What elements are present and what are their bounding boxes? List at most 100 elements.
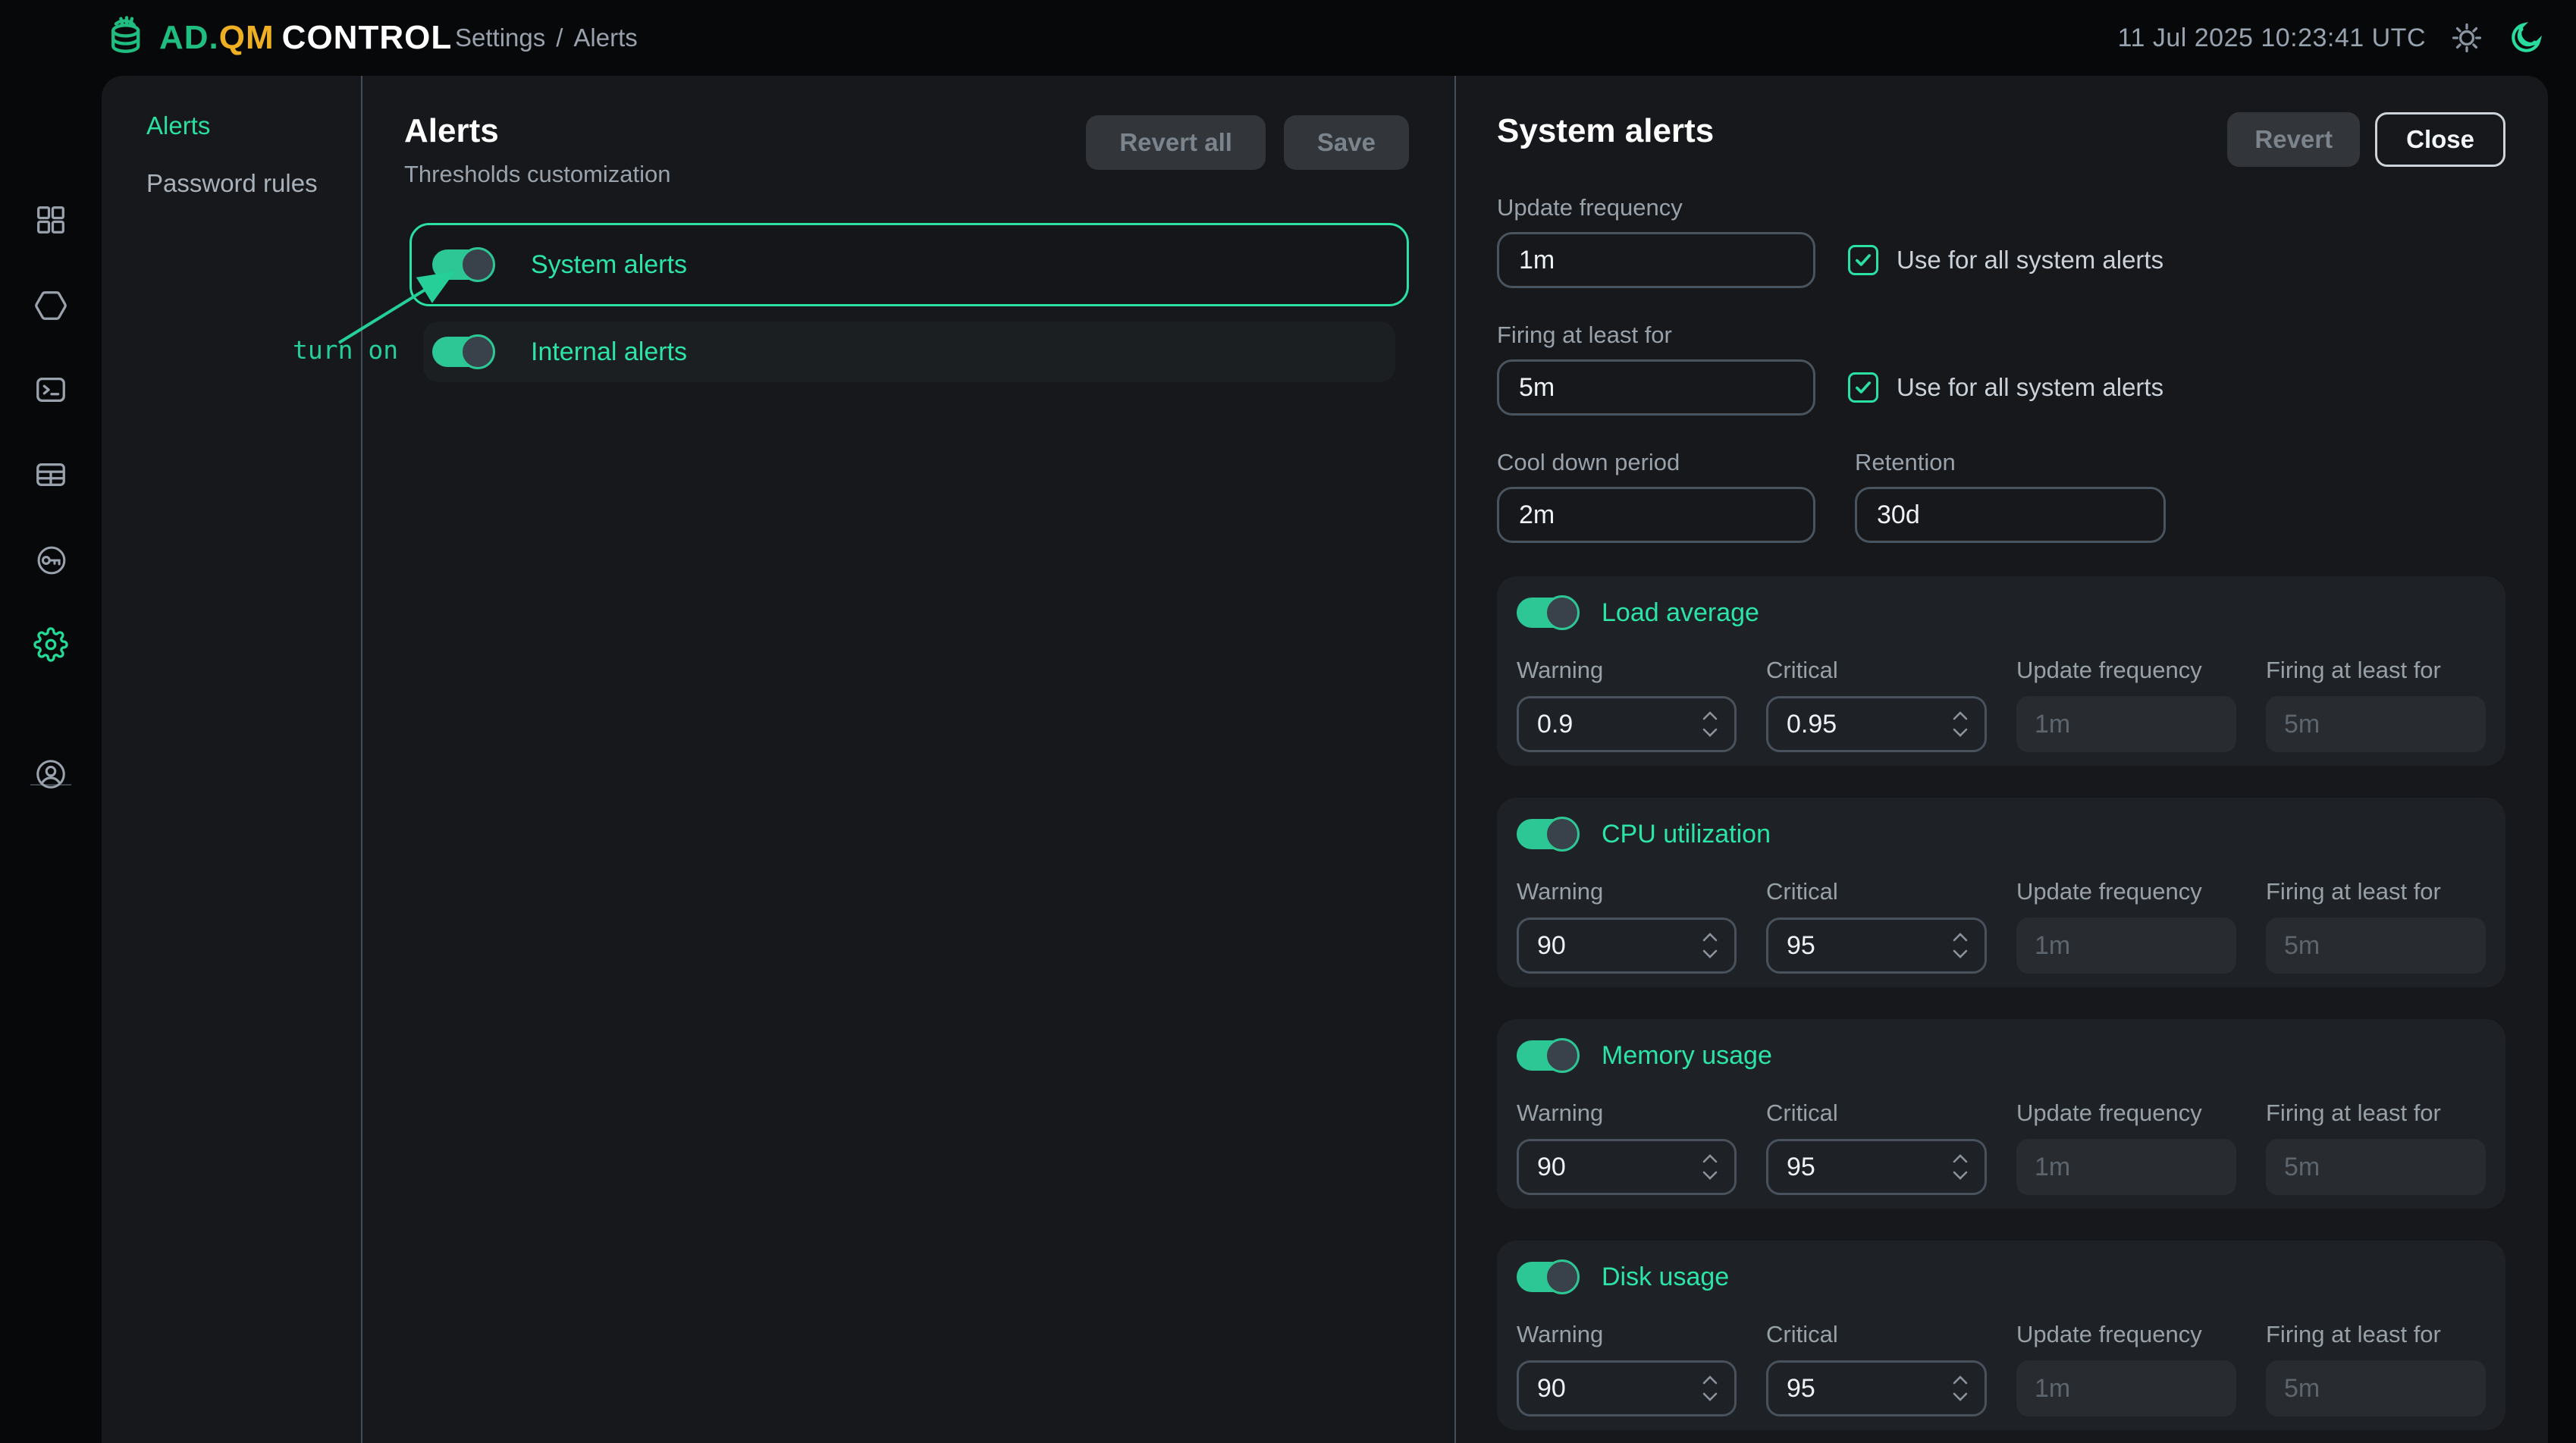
system-alerts-row[interactable]: System alerts xyxy=(409,223,1409,306)
firing-disabled-input: 5m xyxy=(2266,1139,2486,1195)
top-bar: AD.QMCONTROL Settings / Alerts 11 Jul 20… xyxy=(0,0,2576,76)
database-logo-icon xyxy=(102,11,152,65)
breadcrumb-settings[interactable]: Settings xyxy=(455,24,545,52)
update-frequency-disabled-input: 1m xyxy=(2016,1360,2236,1416)
topbar-right: 11 Jul 2025 10:23:41 UTC xyxy=(2118,0,2544,76)
drawer-actions: Revert Close xyxy=(2227,112,2505,167)
breadcrumb-separator: / xyxy=(556,24,563,52)
dashboard-icon[interactable] xyxy=(33,202,68,237)
stepper-icon[interactable] xyxy=(1701,711,1719,738)
cpu-utilization-card: CPU utilization Warning Critical Update … xyxy=(1497,798,2505,987)
toggle-knob xyxy=(1545,1038,1580,1073)
critical-input[interactable]: 95 xyxy=(1766,918,1987,974)
terminal-icon[interactable] xyxy=(33,372,68,407)
update-frequency-disabled-input: 1m xyxy=(2016,696,2236,752)
cpu-utilization-title: CPU utilization xyxy=(1602,820,1771,849)
critical-column-label: Critical xyxy=(1766,657,1987,684)
update-frequency-label: Update frequency xyxy=(1497,194,2505,221)
main-panel: Alerts Password rules Alerts Thresholds … xyxy=(102,76,2548,1443)
disk-usage-toggle[interactable] xyxy=(1517,1262,1577,1292)
update-column-label: Update frequency xyxy=(2016,657,2236,684)
hexagon-icon[interactable] xyxy=(33,288,68,323)
warning-value: 0.9 xyxy=(1537,710,1573,739)
stepper-icon[interactable] xyxy=(1951,1153,1969,1181)
key-icon[interactable] xyxy=(33,543,68,578)
revert-button[interactable]: Revert xyxy=(2227,112,2360,167)
logo-text: AD.QMCONTROL xyxy=(159,19,452,57)
revert-all-button[interactable]: Revert all xyxy=(1086,115,1266,170)
drawer-header: System alerts Revert Close xyxy=(1497,112,2505,167)
use-all-label: Use for all system alerts xyxy=(1897,373,2163,402)
icon-rail xyxy=(0,76,102,1443)
critical-value: 95 xyxy=(1787,1374,1815,1404)
cpu-utilization-toggle[interactable] xyxy=(1517,819,1577,849)
load-average-toggle[interactable] xyxy=(1517,598,1577,628)
memory-usage-title: Memory usage xyxy=(1602,1041,1772,1071)
warning-value: 90 xyxy=(1537,1153,1566,1182)
disk-usage-title: Disk usage xyxy=(1602,1263,1729,1292)
nav-item-password-rules[interactable]: Password rules xyxy=(146,169,361,198)
internal-alerts-row[interactable]: Internal alerts xyxy=(423,322,1395,382)
firing-column-label: Firing at least for xyxy=(2266,1321,2486,1348)
critical-input[interactable]: 0.95 xyxy=(1766,696,1987,752)
stepper-icon[interactable] xyxy=(1701,1153,1719,1181)
sun-icon[interactable] xyxy=(2449,20,2485,56)
close-button[interactable]: Close xyxy=(2375,112,2505,167)
cooldown-field: Cool down period 2m xyxy=(1497,449,1815,543)
cooldown-input[interactable]: 2m xyxy=(1497,487,1815,543)
warning-column-label: Warning xyxy=(1517,1100,1737,1127)
alerts-header-text: Alerts Thresholds customization xyxy=(404,112,671,188)
update-frequency-input[interactable]: 1m xyxy=(1497,232,1815,288)
critical-value: 95 xyxy=(1787,1153,1815,1182)
system-alerts-drawer: System alerts Revert Close Update freque… xyxy=(1456,76,2548,1443)
use-all-checkbox[interactable] xyxy=(1848,372,1878,403)
logo-control: CONTROL xyxy=(282,19,453,57)
stepper-icon[interactable] xyxy=(1951,932,1969,959)
warning-column-label: Warning xyxy=(1517,1321,1737,1348)
critical-input[interactable]: 95 xyxy=(1766,1139,1987,1195)
firing-column-label: Firing at least for xyxy=(2266,878,2486,905)
memory-usage-toggle[interactable] xyxy=(1517,1040,1577,1071)
breadcrumb-alerts[interactable]: Alerts xyxy=(573,24,637,52)
update-frequency-use-all: Use for all system alerts xyxy=(1848,245,2163,275)
retention-input[interactable]: 30d xyxy=(1855,487,2166,543)
critical-column-label: Critical xyxy=(1766,1100,1987,1127)
update-frequency-disabled-input: 1m xyxy=(2016,918,2236,974)
page-subtitle: Thresholds customization xyxy=(404,161,671,188)
table-icon[interactable] xyxy=(33,457,68,492)
profile-icon[interactable] xyxy=(33,757,68,792)
firing-use-all: Use for all system alerts xyxy=(1848,372,2163,403)
warning-value: 90 xyxy=(1537,931,1566,961)
warning-input[interactable]: 90 xyxy=(1517,918,1737,974)
moon-icon[interactable] xyxy=(2508,20,2544,56)
use-all-checkbox[interactable] xyxy=(1848,245,1878,275)
firing-label: Firing at least for xyxy=(1497,322,2505,349)
update-column-label: Update frequency xyxy=(2016,1100,2236,1127)
critical-value: 0.95 xyxy=(1787,710,1837,739)
firing-input[interactable]: 5m xyxy=(1497,359,1815,416)
firing-disabled-input: 5m xyxy=(2266,918,2486,974)
stepper-icon[interactable] xyxy=(1951,711,1969,738)
internal-alerts-toggle[interactable] xyxy=(432,337,493,367)
alerts-content: Alerts Thresholds customization Revert a… xyxy=(362,76,1456,1443)
system-alerts-toggle[interactable] xyxy=(432,249,493,280)
stepper-icon[interactable] xyxy=(1951,1375,1969,1402)
critical-value: 95 xyxy=(1787,931,1815,961)
update-column-label: Update frequency xyxy=(2016,1321,2236,1348)
logo-qm: QM xyxy=(219,19,275,57)
stepper-icon[interactable] xyxy=(1701,1375,1719,1402)
stepper-icon[interactable] xyxy=(1701,932,1719,959)
warning-input[interactable]: 0.9 xyxy=(1517,696,1737,752)
toggle-knob xyxy=(1545,1259,1580,1294)
warning-input[interactable]: 90 xyxy=(1517,1139,1737,1195)
cooldown-label: Cool down period xyxy=(1497,449,1815,476)
warning-input[interactable]: 90 xyxy=(1517,1360,1737,1416)
toggle-knob xyxy=(1545,817,1580,852)
app-logo[interactable]: AD.QMCONTROL xyxy=(102,0,452,76)
save-button[interactable]: Save xyxy=(1284,115,1409,170)
settings-gear-icon[interactable] xyxy=(33,627,68,662)
update-frequency-disabled-input: 1m xyxy=(2016,1139,2236,1195)
critical-input[interactable]: 95 xyxy=(1766,1360,1987,1416)
nav-item-alerts[interactable]: Alerts xyxy=(146,111,361,140)
page-title: Alerts xyxy=(404,112,671,150)
